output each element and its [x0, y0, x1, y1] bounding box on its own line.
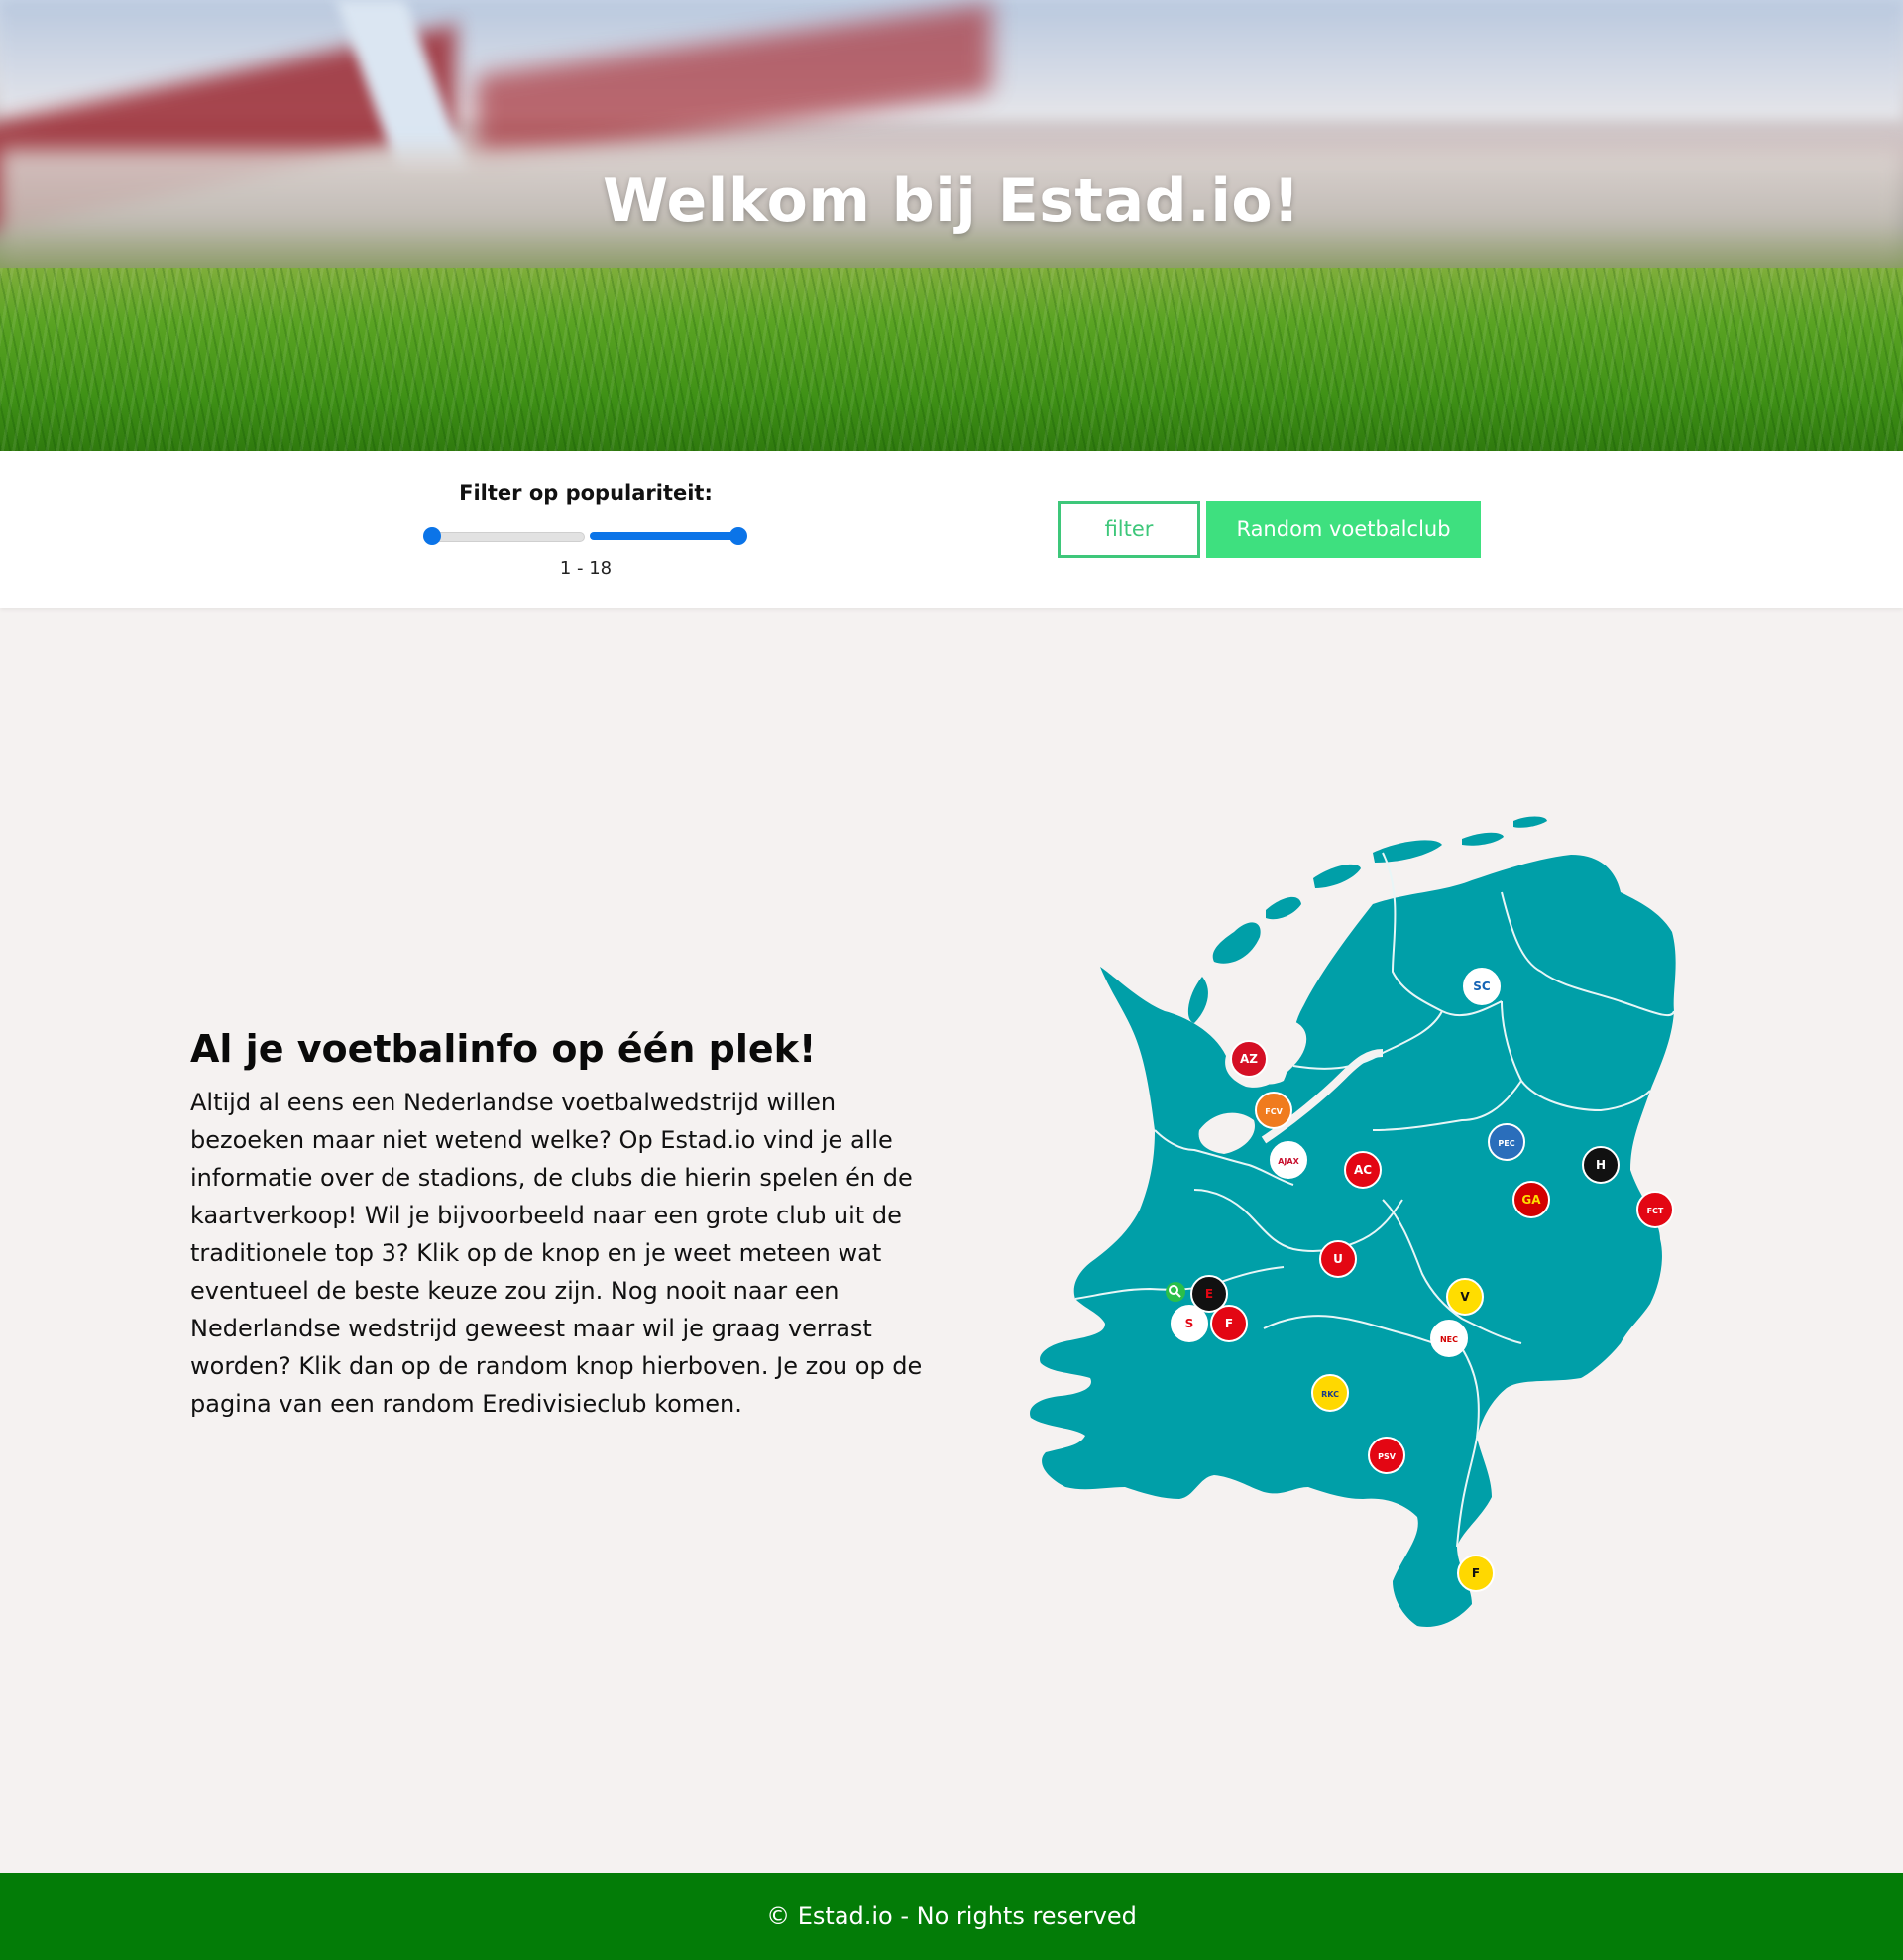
svg-text:V: V: [1460, 1290, 1470, 1304]
svg-text:SC: SC: [1473, 980, 1491, 993]
heerenveen-logo[interactable]: SC: [1463, 968, 1501, 1005]
svg-text:PSV: PSV: [1378, 1452, 1397, 1461]
svg-text:S: S: [1185, 1317, 1194, 1330]
wadden-island: [1266, 896, 1301, 920]
svg-text:NEC: NEC: [1440, 1335, 1458, 1344]
search-icon[interactable]: [1166, 1282, 1185, 1302]
wadden-island: [1212, 922, 1261, 964]
volendam-logo[interactable]: FCV: [1255, 1092, 1292, 1129]
svg-text:AC: AC: [1354, 1163, 1372, 1177]
az-logo[interactable]: AZ: [1230, 1040, 1268, 1078]
almere-logo[interactable]: AC: [1344, 1151, 1382, 1189]
filter-label: Filter op populariteit:: [459, 481, 713, 505]
hero-title: Welkom bij Estad.io!: [603, 167, 1300, 236]
random-club-button[interactable]: Random voetbalclub: [1206, 501, 1481, 558]
popularity-slider-min-handle[interactable]: [423, 527, 441, 545]
svg-text:FCV: FCV: [1265, 1107, 1283, 1116]
svg-text:U: U: [1333, 1252, 1343, 1266]
wadden-island: [1513, 816, 1547, 828]
svg-text:RKC: RKC: [1321, 1390, 1339, 1399]
svg-text:FCT: FCT: [1647, 1207, 1664, 1215]
wadden-island: [1462, 832, 1504, 846]
svg-text:PEC: PEC: [1498, 1139, 1514, 1148]
intro-text: Altijd al eens een Nederlandse voetbalwe…: [190, 1089, 923, 1418]
filter-button[interactable]: filter: [1058, 501, 1200, 558]
netherlands-map-svg: SC AZ FCV AJAX AC PEC H GA FCT U E S F V NEC RKC PSV F: [1030, 816, 1676, 1627]
ajax-logo[interactable]: AJAX: [1270, 1141, 1307, 1179]
utrecht-logo[interactable]: U: [1319, 1240, 1357, 1278]
wadden-island: [1373, 840, 1442, 863]
footer: © Estad.io - No rights reserved: [0, 1873, 1903, 1960]
sparta-logo[interactable]: S: [1171, 1305, 1208, 1342]
svg-text:AJAX: AJAX: [1278, 1157, 1299, 1166]
rkc-logo[interactable]: RKC: [1311, 1374, 1349, 1412]
intro-title: Al je voetbalinfo op één plek!: [190, 1027, 817, 1071]
psv-logo[interactable]: PSV: [1368, 1437, 1405, 1474]
hero-banner: Welkom bij Estad.io!: [0, 0, 1903, 451]
svg-text:E: E: [1205, 1287, 1213, 1301]
heracles-logo[interactable]: H: [1582, 1146, 1620, 1184]
vitesse-logo[interactable]: V: [1446, 1278, 1484, 1316]
filter-bar: Filter op populariteit:: [0, 451, 1903, 608]
netherlands-map: SC AZ FCV AJAX AC PEC H GA FCT U E S F V NEC RKC PSV F: [966, 793, 1720, 1685]
nec-logo[interactable]: NEC: [1430, 1320, 1468, 1357]
svg-text:F: F: [1225, 1317, 1233, 1330]
footer-text: © Estad.io - No rights reserved: [766, 1902, 1137, 1930]
svg-text:F: F: [1472, 1566, 1480, 1580]
popularity-slider-range[interactable]: [590, 532, 740, 540]
popularity-slider-track[interactable]: [432, 532, 585, 542]
twente-logo[interactable]: FCT: [1636, 1191, 1674, 1228]
wadden-island: [1313, 864, 1361, 888]
grass-field: [0, 268, 1903, 451]
popularity-slider-max-handle[interactable]: [729, 527, 747, 545]
mainland-shape: [1030, 855, 1676, 1627]
feyenoord-logo[interactable]: F: [1210, 1305, 1248, 1342]
wadden-island: [1187, 977, 1208, 1023]
svg-text:GA: GA: [1521, 1193, 1541, 1207]
pec-zwolle-logo[interactable]: PEC: [1488, 1123, 1525, 1161]
fortuna-logo[interactable]: F: [1457, 1555, 1495, 1592]
go-ahead-logo[interactable]: GA: [1512, 1181, 1550, 1218]
svg-text:H: H: [1596, 1158, 1606, 1172]
popularity-range-value: 1 - 18: [559, 558, 613, 579]
svg-text:AZ: AZ: [1240, 1052, 1258, 1066]
